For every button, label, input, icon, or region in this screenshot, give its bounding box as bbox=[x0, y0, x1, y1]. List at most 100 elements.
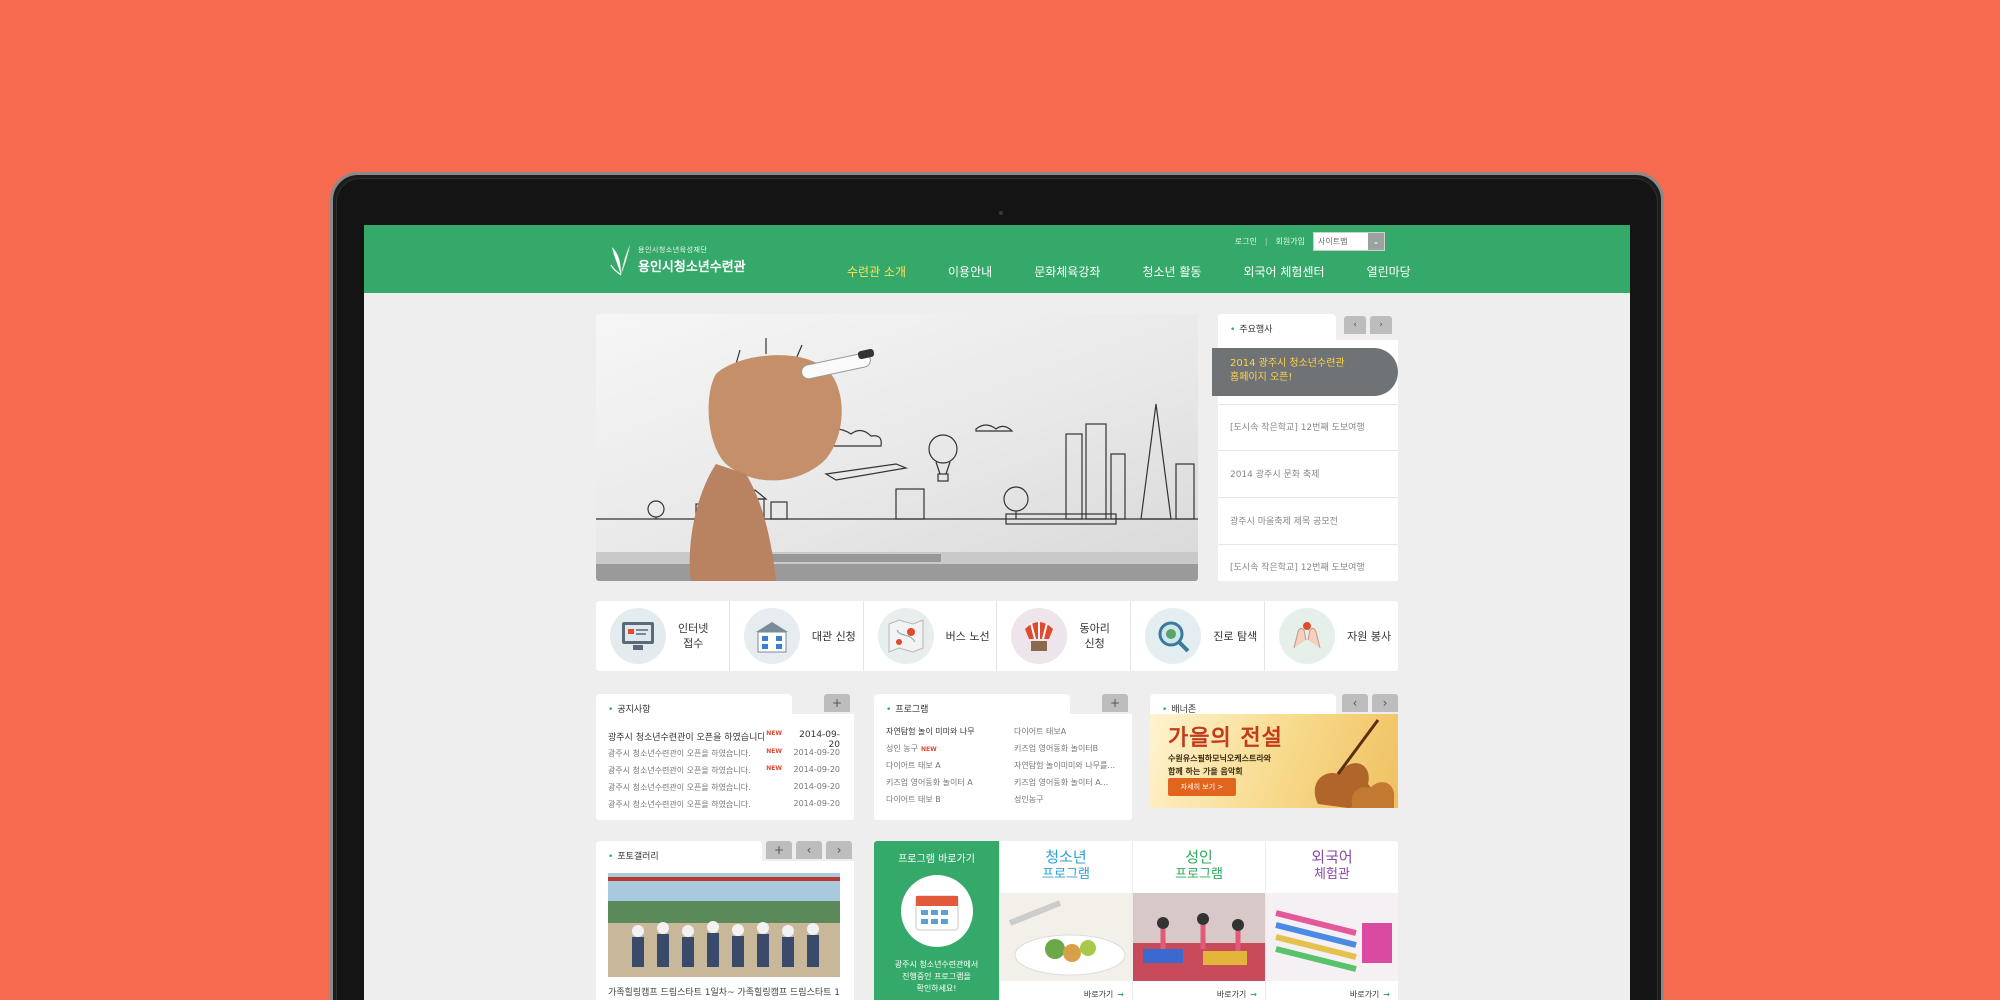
event-item[interactable]: [도시속 작은학교] 12번째 도보여행 bbox=[1230, 560, 1390, 573]
photo-gallery: 포토갤러리 + ‹ › 가족힐링캠프 드림스타트 1일차~ 가족힐링캠프 드림스… bbox=[596, 841, 854, 1000]
quick-item-bus-route[interactable]: 버스 노선 bbox=[864, 601, 998, 671]
notice-row[interactable]: 광주시 청소년수련관이 오픈을 하였습니다. 2014-09-20 bbox=[608, 782, 840, 793]
chevron-left-icon[interactable]: ‹ bbox=[796, 841, 822, 859]
food-photo bbox=[1000, 893, 1133, 981]
arrow-right-icon: → bbox=[1383, 990, 1390, 999]
quick-item-club-apply[interactable]: 동아리 신청 bbox=[997, 601, 1132, 671]
events-panel: 주요행사 ‹ › 2014 광주시 청소년수련관 홈페이지 오픈! [도시속 작… bbox=[1212, 314, 1398, 581]
program-item[interactable]: 다이어트 태보 B bbox=[886, 794, 975, 811]
program-board: 프로그램 + 자연탐험 놀이 미미와 나무 성인 농구NEW 다이어트 태보 A… bbox=[874, 694, 1132, 820]
camera-dot bbox=[999, 211, 1003, 215]
group-photo-illustration bbox=[608, 873, 840, 977]
event-item[interactable]: 2014 광주시 문화 축제 bbox=[1230, 467, 1390, 480]
divider bbox=[1218, 544, 1398, 545]
utility-menu: 로그인 | 회원가입 사이트맵 ⌄ bbox=[1235, 232, 1385, 251]
notice-title: 공지사항 bbox=[596, 694, 792, 718]
program-item[interactable]: 성인 농구 NEW bbox=[886, 743, 975, 760]
event-item[interactable]: [도시속 작은학교] 12번째 도보여행 bbox=[1230, 420, 1390, 433]
gallery-title: 포토갤러리 bbox=[596, 841, 762, 865]
event-featured-line2: 홈페이지 오픈! bbox=[1230, 372, 1293, 383]
program-item[interactable]: 키즈업 영어동화 놀이터 A... bbox=[1014, 777, 1115, 794]
site-header: 용인시청소년육성재단 용인시청소년수련관 로그인 | 회원가입 사이트맵 ⌄ 수… bbox=[364, 225, 1630, 293]
program-item[interactable]: 다이어트 태보 A bbox=[886, 760, 975, 777]
arrow-right-icon: → bbox=[1117, 990, 1124, 999]
event-item[interactable]: 광주시 마을축제 제목 공모전 bbox=[1230, 514, 1390, 527]
nav-item-youth-activity[interactable]: 청소년 활동 bbox=[1142, 263, 1201, 280]
yoga-photo bbox=[1133, 893, 1266, 981]
shortcut-adult[interactable]: 성인 프로그램 바로가기 → bbox=[1132, 841, 1266, 1000]
notice-row[interactable]: 광주시 청소년수련관이 오픈을 하였습니다. NEW 2014-09-20 bbox=[608, 748, 840, 759]
main-visual[interactable] bbox=[596, 314, 1198, 581]
banner-concert[interactable]: 가을의 전설 수원유스필하모닉오케스트라와 함께 하는 가을 음악회 자세히 보… bbox=[1150, 714, 1398, 808]
nav-item-language-center[interactable]: 외국어 체험센터 bbox=[1243, 263, 1324, 280]
program-list-left: 자연탐험 놀이 미미와 나무 성인 농구 NEW 다이어트 태보 A 키즈업 영어… bbox=[886, 726, 975, 811]
quick-label: 인터넷 접수 bbox=[678, 622, 709, 650]
program-item[interactable]: 다이어트 태보A bbox=[1014, 726, 1115, 743]
sitemap-select[interactable]: 사이트맵 ⌄ bbox=[1313, 232, 1385, 251]
program-title: 프로그램 bbox=[874, 694, 1070, 718]
program-item[interactable]: 자연탐험 놀이 미미와 나무 bbox=[886, 726, 975, 743]
shortcut-language-link[interactable]: 바로가기 → bbox=[1350, 989, 1390, 1000]
notice-row[interactable]: 광주시 청소년수련관이 오픈을 하였습니다. 2014-09-20 bbox=[608, 799, 840, 810]
quick-label: 동아리 신청 bbox=[1079, 622, 1110, 650]
chevron-right-icon[interactable]: › bbox=[1370, 316, 1392, 334]
nav-item-open-forum[interactable]: 열린마당 bbox=[1367, 263, 1411, 280]
calendar-icon bbox=[900, 875, 973, 947]
plus-icon[interactable]: + bbox=[766, 841, 792, 859]
chevron-right-icon[interactable]: › bbox=[826, 841, 852, 859]
join-link[interactable]: 회원가입 bbox=[1276, 236, 1305, 247]
shortcut-description: 광주시 청소년수련관에서 진행중인 프로그램을 확인하세요! bbox=[894, 960, 979, 993]
shortcut-youth-link[interactable]: 바로가기 → bbox=[1084, 989, 1124, 1000]
program-item[interactable]: 키즈업 영어동화 놀이터B bbox=[1014, 743, 1115, 760]
quick-item-internet-apply[interactable]: 인터넷 접수 bbox=[596, 601, 730, 671]
plus-icon[interactable]: + bbox=[1102, 694, 1128, 712]
util-separator: | bbox=[1264, 237, 1268, 246]
quick-label: 자원 봉사 bbox=[1347, 629, 1392, 643]
shortcut-adult-title: 성인 프로그램 bbox=[1175, 848, 1223, 883]
notice-row[interactable]: 광주시 청소년수련관이 오픈을 하였습니다. NEW 2014-09-20 bbox=[608, 730, 840, 750]
monitor-icon bbox=[610, 608, 666, 664]
chevron-right-icon[interactable]: › bbox=[1372, 694, 1398, 712]
site-logo[interactable]: 용인시청소년육성재단 용인시청소년수련관 bbox=[610, 243, 746, 277]
chevron-left-icon[interactable]: ‹ bbox=[1344, 316, 1366, 334]
chevron-down-icon[interactable]: ⌄ bbox=[1368, 233, 1384, 250]
violin-icon bbox=[1314, 719, 1395, 808]
quick-item-volunteer[interactable]: 자원 봉사 bbox=[1265, 601, 1398, 671]
sitemap-select-value: 사이트맵 bbox=[1318, 237, 1348, 246]
logo-title: 용인시청소년수련관 bbox=[638, 260, 746, 275]
program-item[interactable]: 자연탐험 놀이미미와 나무를... bbox=[1014, 760, 1115, 777]
notice-board: 공지사항 + 광주시 청소년수련관이 오픈을 하였습니다.NEW2014-09-… bbox=[596, 694, 854, 820]
shortcut-youth[interactable]: 청소년 프로그램 바로가기 → bbox=[999, 841, 1133, 1000]
chevron-left-icon[interactable]: ‹ bbox=[1342, 694, 1368, 712]
program-item[interactable]: 키즈업 영어동화 놀이터 A bbox=[886, 777, 975, 794]
shortcut-language[interactable]: 외국어 체험관 바로가기 → bbox=[1265, 841, 1398, 1000]
shortcut-adult-link[interactable]: 바로가기 → bbox=[1217, 989, 1257, 1000]
divider bbox=[1218, 497, 1398, 498]
hands-icon bbox=[1279, 608, 1336, 664]
nav-item-culture-sports[interactable]: 문화체육강좌 bbox=[1034, 263, 1100, 280]
program-item[interactable]: 성인농구 bbox=[1014, 794, 1115, 811]
event-featured[interactable]: 2014 광주시 청소년수련관 홈페이지 오픈! bbox=[1212, 348, 1398, 396]
banner-headline: 가을의 전설 bbox=[1168, 725, 1283, 751]
divider bbox=[1218, 450, 1398, 451]
events-title: 주요행사 bbox=[1218, 314, 1336, 340]
building-icon bbox=[743, 608, 800, 664]
gallery-photo[interactable] bbox=[608, 873, 840, 977]
logo-subtitle: 용인시청소년육성재단 bbox=[638, 246, 708, 254]
login-link[interactable]: 로그인 bbox=[1235, 236, 1257, 247]
divider bbox=[1218, 404, 1398, 405]
quick-label: 진로 탐색 bbox=[1213, 629, 1258, 643]
shortcut-intro: 프로그램 바로가기 광주시 청소년수련관에서 진행중인 프로그램을 확인하세요! bbox=[874, 841, 999, 1000]
plus-icon[interactable]: + bbox=[824, 694, 850, 712]
nav-item-guide[interactable]: 이용안내 bbox=[948, 263, 992, 280]
events-list: 2014 광주시 청소년수련관 홈페이지 오픈! [도시속 작은학교] 12번째… bbox=[1212, 340, 1398, 581]
quick-item-career[interactable]: 진로 탐색 bbox=[1131, 601, 1266, 671]
notice-row[interactable]: 광주시 청소년수련관이 오픈을 하였습니다. NEW 2014-09-20 bbox=[608, 765, 840, 776]
gallery-caption[interactable]: 가족힐링캠프 드림스타트 1일차~ 가족힐링캠프 드림스타트 1일... bbox=[608, 985, 840, 998]
banner-detail-button[interactable]: 자세히 보기 > bbox=[1168, 778, 1236, 796]
nav-item-about[interactable]: 수련관 소개 bbox=[847, 263, 906, 280]
shortcut-youth-title: 청소년 프로그램 bbox=[1042, 848, 1090, 883]
quick-label: 대관 신청 bbox=[811, 629, 856, 643]
quick-label: 버스 노선 bbox=[945, 629, 990, 643]
quick-item-rental[interactable]: 대관 신청 bbox=[730, 601, 864, 671]
